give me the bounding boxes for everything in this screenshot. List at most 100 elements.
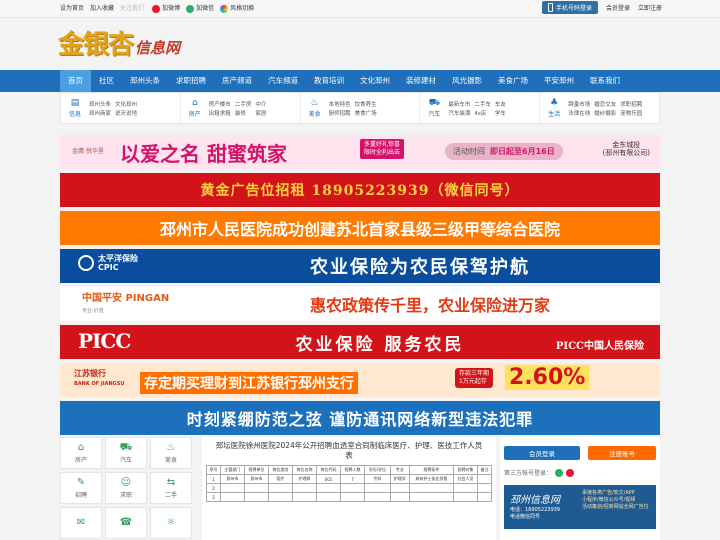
subnav-link[interactable]: 说天说地 bbox=[115, 109, 137, 117]
nav-item-culture[interactable]: 文化邳州 bbox=[352, 70, 398, 92]
banner-badge: 多重好礼惊喜 限时全利出击 bbox=[360, 139, 405, 159]
subnav-cat-life[interactable]: ♣ 生活 bbox=[540, 93, 568, 123]
subnav-link[interactable]: 二手房 bbox=[235, 100, 252, 108]
subnav-cat-label: 生活 bbox=[548, 110, 561, 118]
subnav-link[interactable]: 4s店 bbox=[474, 109, 491, 117]
subnav-link[interactable]: 文化邳州 bbox=[115, 100, 137, 108]
table-cell: 2 bbox=[206, 483, 221, 493]
subnav-cat-food[interactable]: ♨ 美食 bbox=[301, 93, 329, 123]
nav-item-headlines[interactable]: 邳州头条 bbox=[122, 70, 168, 92]
weibo-icon[interactable] bbox=[566, 468, 575, 477]
article-preview[interactable]: 邳坛医院徐州医院2024年公开招聘血透室合同制临床医疗、护理、医技工作人员表 序… bbox=[202, 437, 496, 540]
add-favorite-link[interactable]: 加入收藏 bbox=[90, 3, 114, 12]
table-cell: 医疗 bbox=[267, 474, 293, 484]
banner-pingan[interactable]: 中国平安 PINGAN 专业·价值 惠农政策传千里，农业保险进万家 bbox=[60, 287, 660, 321]
banner-ads: 金鹰·悦华里 以爱之名 甜蜜筑家 多重好礼惊喜 限时全利出击 活动时间 即日起至6月… bbox=[60, 135, 660, 439]
subnav-link[interactable]: 装修 bbox=[235, 109, 252, 117]
wechat-link[interactable]: 加微信 bbox=[186, 3, 214, 13]
quick-icon-food[interactable]: ♨ 美食 bbox=[150, 437, 192, 469]
subnav-link[interactable]: 美食广场 bbox=[355, 109, 377, 117]
nav-item-safety[interactable]: 平安邳州 bbox=[536, 70, 582, 92]
article-title: 邳坛医院徐州医院2024年公开招聘血透室合同制临床医疗、护理、医技工作人员表 bbox=[202, 437, 496, 461]
subnav-link[interactable]: 跳蚤市场 bbox=[568, 100, 590, 108]
banner-jiangsu-bank[interactable]: 江苏银行 BANK OF JIANGSU 存定期买理财到江苏银行邳州支行 存款三年… bbox=[60, 363, 660, 397]
quick-icon-secondhand[interactable]: ⇆ 二手 bbox=[150, 472, 192, 504]
banner-hospital[interactable]: 邳州市人民医院成功创建苏北首家县级三级甲等综合医院 bbox=[60, 211, 660, 245]
table-cell bbox=[267, 492, 293, 502]
mobile-login-button[interactable]: 手机号码登录 bbox=[541, 1, 598, 14]
subnav-link[interactable]: 婚恋交友 bbox=[594, 100, 616, 108]
quick-icon-label: 招聘 bbox=[74, 491, 87, 499]
subnav-link[interactable]: 二手车 bbox=[474, 100, 491, 108]
site-ad-card[interactable]: 邳州信息网 电话：18905223939 电话微信同号 承接各类广告/软文/APP… bbox=[504, 485, 656, 529]
subnav-link[interactable]: 学车 bbox=[495, 109, 506, 117]
nav-item-decoration[interactable]: 装修建材 bbox=[398, 70, 444, 92]
nav-item-jobs[interactable]: 求职招聘 bbox=[168, 70, 214, 92]
nav-item-community[interactable]: 社区 bbox=[91, 70, 122, 92]
subnav-link[interactable]: 中介 bbox=[255, 100, 266, 108]
subnav-link[interactable]: 饮食养生 bbox=[355, 100, 377, 108]
register-link[interactable]: 立即注册 bbox=[638, 3, 662, 12]
wechat-icon[interactable] bbox=[555, 468, 564, 477]
subnav-link[interactable]: 房产楼市 bbox=[209, 100, 231, 108]
table-cell: 邳州市 bbox=[219, 474, 245, 484]
activity-pill: 活动时间 即日起至6月16日 bbox=[445, 143, 563, 160]
subnav-link[interactable]: 婚纱摄影 bbox=[594, 109, 616, 117]
subnav-link[interactable]: 宠物乐园 bbox=[620, 109, 642, 117]
subnav-cat-auto[interactable]: ⛟ 汽车 bbox=[420, 93, 448, 123]
site-logo[interactable]: 金银杏 信息网 bbox=[58, 24, 180, 61]
logo-sub: 信息网 bbox=[135, 39, 181, 57]
register-button[interactable]: 注册账号 bbox=[588, 446, 656, 460]
mail-icon: ✉ bbox=[76, 517, 86, 528]
column-header: 备注 bbox=[476, 465, 493, 475]
subnav-link[interactable]: 邳州头条 bbox=[89, 100, 111, 108]
quick-icon-9[interactable]: ☼ bbox=[150, 507, 192, 539]
quick-icon-7[interactable]: ✉ bbox=[60, 507, 102, 539]
nav-item-home[interactable]: 首页 bbox=[60, 70, 91, 92]
member-login-button[interactable]: 会员登录 bbox=[504, 446, 580, 460]
table-cell bbox=[452, 492, 478, 502]
column-header: 学历/学位 bbox=[364, 465, 391, 475]
banner-real-estate[interactable]: 金鹰·悦华里 以爱之名 甜蜜筑家 多重好礼惊喜 限时全利出击 活动时间 即日起至6月… bbox=[60, 135, 660, 169]
banner-anti-fraud[interactable]: 时刻紧绷防范之弦 谨防通讯网络新型违法犯罪 bbox=[60, 401, 660, 435]
subnav-cat-label: 美食 bbox=[308, 110, 321, 118]
banner-headline: 惠农政策传千里，农业保险进万家 bbox=[309, 296, 550, 315]
corner-line: (邳州有限公司) bbox=[602, 149, 650, 157]
style-switch-link[interactable]: 风格切换 bbox=[220, 3, 254, 13]
subnav-cat-info[interactable]: ▤ 信息 bbox=[61, 93, 89, 123]
subnav-link[interactable]: 车友 bbox=[495, 100, 506, 108]
nav-item-auto[interactable]: 汽车频道 bbox=[260, 70, 306, 92]
quick-icon-8[interactable]: ☎ bbox=[105, 507, 147, 539]
subnav-link[interactable]: 求职招聘 bbox=[620, 100, 642, 108]
subnav-link[interactable]: 厨师招聘 bbox=[329, 109, 351, 117]
banner-headline: 时刻紧绷防范之弦 谨防通讯网络新型违法犯罪 bbox=[186, 410, 534, 429]
quick-icon-house[interactable]: ⌂ 房产 bbox=[60, 437, 102, 469]
banner-cpic[interactable]: 太平洋保险 CPIC 农业保险为农民保驾护航 bbox=[60, 249, 660, 283]
weibo-link[interactable]: 加微博 bbox=[152, 3, 180, 13]
quick-icon-car[interactable]: ⛟ 汽车 bbox=[105, 437, 147, 469]
subnav-cat-house[interactable]: ⌂ 房产 bbox=[181, 93, 209, 123]
subnav-link[interactable]: 出租求租 bbox=[209, 109, 231, 117]
banner-ad-rental[interactable]: 黄金广告位招租 18905223939（微信同号） bbox=[60, 173, 660, 207]
banner-corner-logo: 金东城投 (邳州有限公司) bbox=[603, 141, 650, 157]
member-login-link[interactable]: 会员登录 bbox=[606, 3, 630, 12]
subnav-link[interactable]: 法律在线 bbox=[568, 109, 590, 117]
banner-picc[interactable]: PICC 农业保险 服务农民 PICC中国人民保险 bbox=[60, 325, 660, 359]
quick-icon-recruit[interactable]: ✎ 招聘 bbox=[60, 472, 102, 504]
subnav-link[interactable]: 邳州商家 bbox=[89, 109, 111, 117]
nav-item-photography[interactable]: 风光摄影 bbox=[444, 70, 490, 92]
set-home-link[interactable]: 设为首页 bbox=[60, 3, 84, 12]
nav-item-food[interactable]: 美食广场 bbox=[490, 70, 536, 92]
table-row: 1 邳州市 邳州市 医疗 护理岗 001 7 专科 护理学 具有护士执业资格 社… bbox=[206, 474, 493, 484]
quick-icon-jobseek[interactable]: ☺ 求职 bbox=[105, 472, 147, 504]
title-line: 邳坛医院徐州医院2024年公开招聘血透室合同制临床医疗、护理、医技工作人员 bbox=[215, 441, 483, 450]
nav-item-contact[interactable]: 联系我们 bbox=[582, 70, 628, 92]
subnav-link[interactable]: 最新车市 bbox=[448, 100, 470, 108]
nav-item-education[interactable]: 教育培训 bbox=[306, 70, 352, 92]
ad-services: 承接各类广告/软文/APP 小程序/微信公众号/视频 活动策划/招商网站全网广告位 bbox=[582, 490, 649, 511]
category-subnav: ▤ 信息 邳州头条 文化邳州 邳州商家 说天说地 ⌂ 房产 房产楼市 二手房 中介 … bbox=[60, 92, 660, 124]
subnav-link[interactable]: 汽车装潢 bbox=[448, 109, 470, 117]
subnav-link[interactable]: 本地特色 bbox=[329, 100, 351, 108]
subnav-link[interactable]: 家居 bbox=[255, 109, 266, 117]
nav-item-realestate[interactable]: 房产频道 bbox=[214, 70, 260, 92]
